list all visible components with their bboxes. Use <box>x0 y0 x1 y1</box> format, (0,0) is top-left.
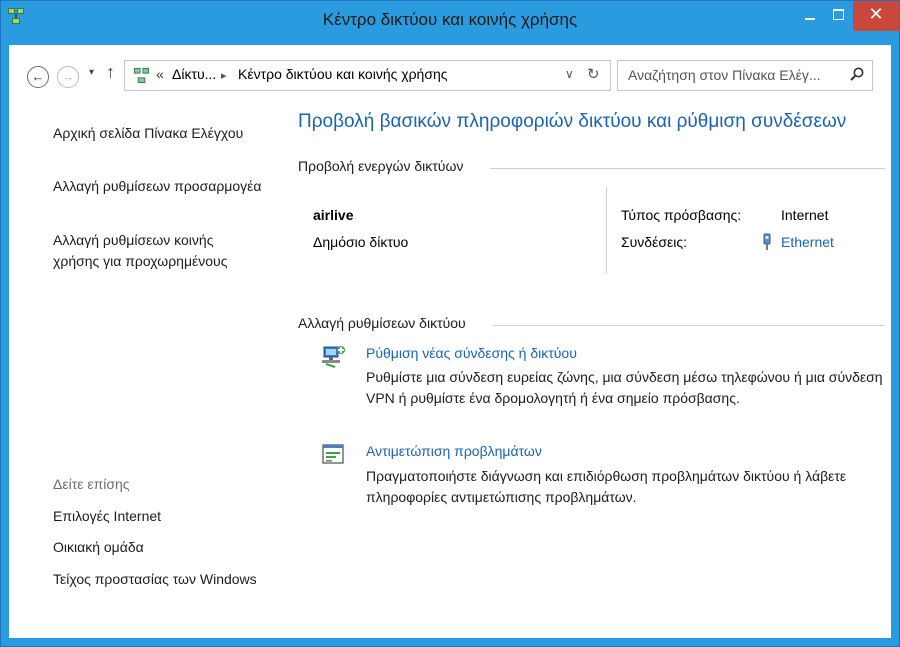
ethernet-connection-link[interactable]: Ethernet <box>781 234 834 250</box>
back-button[interactable]: ← <box>27 66 49 88</box>
windows-firewall-link[interactable]: Τείχος προστασίας των Windows <box>53 569 263 590</box>
search-input[interactable] <box>618 61 848 88</box>
back-arrow-icon: ← <box>31 69 45 84</box>
left-task-pane: Αρχική σελίδα Πίνακα Ελέγχου Αλλαγή ρυθμ… <box>9 103 271 638</box>
ethernet-icon <box>763 233 771 250</box>
see-also-label: Δείτε επίσης <box>53 476 130 492</box>
network-info-divider <box>606 187 607 273</box>
main-content: Προβολή βασικών πληροφοριών δικτύου και … <box>271 103 891 638</box>
close-icon: ✕ <box>868 4 884 24</box>
maximize-button[interactable] <box>825 1 851 31</box>
title-bar[interactable]: Κέντρο δικτύου και κοινής χρήσης ✕ <box>1 1 899 45</box>
breadcrumb-separator-icon[interactable]: ▸ <box>221 69 227 82</box>
address-dropdown-icon[interactable]: ∨ <box>565 67 574 81</box>
change-settings-title: Αλλαγή ρυθμίσεων δικτύου <box>298 315 466 331</box>
window: Κέντρο δικτύου και κοινής χρήσης ✕ ← → ▾… <box>0 0 900 647</box>
refresh-icon[interactable]: ↻ <box>587 65 600 83</box>
setup-connection-link[interactable]: Ρύθμιση νέας σύνδεσης ή δικτύου <box>366 345 577 361</box>
troubleshoot-link[interactable]: Αντιμετώπιση προβλημάτων <box>366 443 542 459</box>
up-button[interactable]: ↑ <box>106 62 115 83</box>
window-frame-left <box>1 45 9 646</box>
change-advanced-sharing-settings-link[interactable]: Αλλαγή ρυθμίσεων κοινής χρήσης για προχω… <box>53 230 263 272</box>
change-adapter-settings-link[interactable]: Αλλαγή ρυθμίσεων προσαρμογέα <box>53 176 263 197</box>
access-type-label: Τύπος πρόσβασης: <box>621 207 742 223</box>
breadcrumb-overflow[interactable]: « <box>156 66 164 82</box>
forward-button[interactable]: → <box>57 66 79 88</box>
search-icon[interactable] <box>850 67 864 81</box>
breadcrumb-network[interactable]: Δίκτυ... <box>172 66 216 82</box>
network-name: airlive <box>313 207 354 223</box>
setup-connection-description: Ρυθμίστε μια σύνδεση ευρείας ζώνης, μια … <box>366 369 883 406</box>
search-box[interactable] <box>617 60 873 91</box>
close-button[interactable]: ✕ <box>853 1 899 31</box>
access-type-value: Internet <box>781 207 829 223</box>
minimize-button[interactable] <box>797 1 823 31</box>
address-bar[interactable]: « Δίκτυ... ▸ Κέντρο δικτύου και κοινής χ… <box>124 60 611 91</box>
active-networks-title: Προβολή ενεργών δικτύων <box>298 158 464 174</box>
window-frame-bottom <box>1 638 899 646</box>
page-title: Προβολή βασικών πληροφοριών δικτύου και … <box>298 111 847 132</box>
troubleshoot-icon <box>322 444 344 464</box>
troubleshoot-description: Πραγματοποιήστε διάγνωση και επιδιόρθωση… <box>366 468 847 505</box>
connections-label: Συνδέσεις: <box>621 234 687 250</box>
section-divider <box>493 325 885 326</box>
navigation-bar: ← → ▾ ↑ « Δίκτυ... ▸ Κέντρο δικτύου και … <box>9 45 891 103</box>
window-frame-right <box>891 45 899 646</box>
window-title: Κέντρο δικτύου και κοινής χρήσης <box>322 10 578 29</box>
network-category[interactable]: Δημόσιο δίκτυο <box>313 234 408 250</box>
forward-arrow-icon: → <box>61 69 75 84</box>
control-panel-location-icon <box>133 67 150 84</box>
internet-options-link[interactable]: Επιλογές Internet <box>53 506 263 527</box>
network-setup-icon <box>322 346 345 368</box>
recent-locations-dropdown[interactable]: ▾ <box>89 67 94 78</box>
breadcrumb-network-sharing-center[interactable]: Κέντρο δικτύου και κοινής χρήσης <box>238 66 448 82</box>
section-divider <box>490 168 885 169</box>
control-panel-home-link[interactable]: Αρχική σελίδα Πίνακα Ελέγχου <box>53 123 263 144</box>
homegroup-link[interactable]: Οικιακή ομάδα <box>53 537 263 558</box>
